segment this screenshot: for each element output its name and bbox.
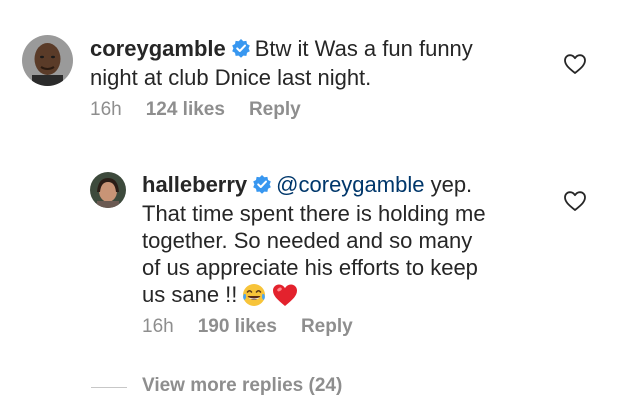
- timestamp: 16h: [90, 99, 122, 120]
- comment-body-halleberry: halleberry @coreygamble yep. That time sp…: [142, 171, 562, 314]
- red-heart-emoji-icon: [271, 282, 299, 314]
- comment-text-line: together. So needed and so many: [142, 228, 473, 253]
- comment-text-line: us sane !!: [142, 282, 238, 307]
- username-halleberry[interactable]: halleberry: [142, 172, 247, 197]
- like-heart-icon[interactable]: [563, 53, 587, 75]
- verified-badge-icon: [231, 37, 251, 64]
- avatar-halleberry[interactable]: [90, 172, 126, 208]
- comment-body-coreygamble: coreygamble Btw it Was a fun funny night …: [90, 35, 530, 91]
- comment-text-line: night at club Dnice last night.: [90, 65, 372, 90]
- likes-count[interactable]: 190 likes: [198, 316, 277, 337]
- like-heart-icon[interactable]: [563, 190, 587, 212]
- verified-badge-icon: [252, 173, 272, 200]
- tears-of-joy-emoji-icon: [241, 282, 267, 314]
- comment-text-line: yep.: [424, 172, 473, 197]
- comment-text-line: of us appreciate his efforts to keep: [142, 255, 478, 280]
- comment-text-line: Btw it Was a fun funny: [254, 36, 473, 61]
- comment-meta-coreygamble: 16h 124 likes Reply: [90, 99, 325, 121]
- reply-button[interactable]: Reply: [301, 316, 353, 337]
- view-more-divider: [91, 387, 127, 388]
- likes-count[interactable]: 124 likes: [146, 99, 225, 120]
- username-coreygamble[interactable]: coreygamble: [90, 36, 226, 61]
- view-more-replies-button[interactable]: View more replies (24): [142, 375, 342, 397]
- timestamp: 16h: [142, 316, 174, 337]
- avatar-coreygamble[interactable]: [22, 35, 73, 86]
- reply-button[interactable]: Reply: [249, 99, 301, 120]
- comment-text-line: That time spent there is holding me: [142, 201, 486, 226]
- comment-meta-halleberry: 16h 190 likes Reply: [142, 316, 377, 338]
- mention-link[interactable]: @coreygamble: [276, 172, 424, 197]
